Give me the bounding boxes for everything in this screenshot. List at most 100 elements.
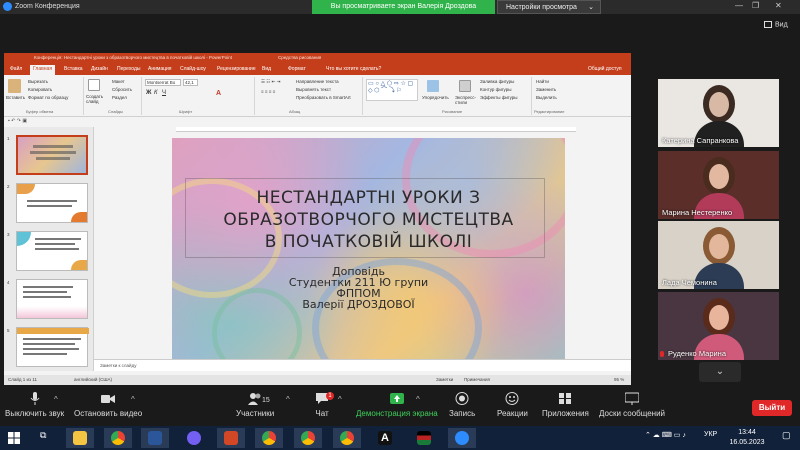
leave-meeting-button[interactable]: Выйти xyxy=(752,400,792,416)
record-button[interactable]: Запись xyxy=(449,392,475,418)
layout-button[interactable]: Макет xyxy=(112,79,125,84)
participant-tile[interactable]: Катерина Сапранкова xyxy=(658,79,779,147)
qat-icons[interactable]: ▪ ↶ ↷ ▣ xyxy=(8,118,27,124)
chrome-icon[interactable] xyxy=(255,428,283,448)
powerpoint-icon[interactable] xyxy=(217,428,245,448)
copy-button[interactable]: Копировать xyxy=(28,87,52,92)
reactions-button[interactable]: Реакции xyxy=(497,392,528,418)
app-a-icon[interactable]: A xyxy=(371,428,399,448)
tab-animations[interactable]: Анимация xyxy=(148,66,171,72)
apps-button[interactable]: Приложения xyxy=(542,392,589,418)
participants-button[interactable]: Участники xyxy=(236,392,274,418)
drawing-tools-label: Средства рисования xyxy=(278,55,322,60)
close-icon[interactable]: ✕ xyxy=(775,1,782,10)
slide-thumbnail[interactable] xyxy=(16,279,88,319)
shape-outline-button[interactable]: Контур фигуры xyxy=(480,87,511,92)
audio-options-caret[interactable]: ^ xyxy=(54,395,58,404)
tab-view[interactable]: Вид xyxy=(262,66,271,72)
tab-home[interactable]: Главная xyxy=(30,65,56,75)
participant-tile[interactable]: Руденко Марина xyxy=(658,292,779,360)
tab-format[interactable]: Формат xyxy=(288,66,306,72)
tab-transitions[interactable]: Переходы xyxy=(117,66,140,72)
chrome-icon[interactable] xyxy=(333,428,361,448)
task-view-icon[interactable]: ⧉ xyxy=(40,430,46,441)
share-options-caret[interactable]: ^ xyxy=(416,395,420,404)
view-mode-button[interactable]: Вид xyxy=(764,21,788,28)
thumb-number: 2 xyxy=(7,184,10,189)
replace-button[interactable]: Заменить xyxy=(536,87,556,92)
flag-app-icon[interactable] xyxy=(410,428,438,448)
tab-slideshow[interactable]: Слайд-шоу xyxy=(180,66,206,72)
system-tray-icons[interactable]: ⌃ ☁ ⌨ ▭ ♪ xyxy=(645,431,686,439)
windows-start-icon[interactable] xyxy=(8,432,20,444)
whiteboards-button[interactable]: Доски сообщений xyxy=(599,392,665,418)
notes-pane[interactable]: Заметки к слайду xyxy=(94,359,631,371)
smartart-button[interactable]: Преобразовать в SmartArt xyxy=(296,95,351,100)
video-options-caret[interactable]: ^ xyxy=(131,395,135,404)
chevron-down-icon[interactable]: ⌄ xyxy=(699,362,741,382)
viber-icon[interactable] xyxy=(180,428,208,448)
quick-styles-button[interactable]: Экспресс-стили xyxy=(455,95,477,105)
slide-canvas[interactable]: НЕСТАНДАРТНІ УРОКИ З ОБРАЗОТВОРЧОГО МИСТ… xyxy=(172,138,565,359)
minimize-icon[interactable]: — xyxy=(735,1,743,10)
font-size-select[interactable]: 42,1 xyxy=(183,79,198,86)
participant-face xyxy=(709,164,729,189)
font-color-button[interactable]: A xyxy=(216,90,221,97)
tab-design[interactable]: Дизайн xyxy=(91,66,108,72)
shape-fill-button[interactable]: Заливка фигуры xyxy=(480,79,514,84)
arrange-button[interactable]: Упорядочить xyxy=(422,95,449,100)
muted-mic-icon xyxy=(660,351,664,357)
underline-button[interactable]: Ч xyxy=(162,90,166,96)
word-icon[interactable] xyxy=(141,428,169,448)
slide-thumbnail[interactable] xyxy=(16,231,88,271)
participant-tile[interactable]: Лада Чемонина xyxy=(658,221,779,289)
tab-insert[interactable]: Вставка xyxy=(64,66,83,72)
ppt-status-bar: Слайд 1 из 11 английский (США) Заметки П… xyxy=(4,375,631,385)
file-explorer-icon[interactable] xyxy=(66,428,94,448)
tell-me-search[interactable]: Что вы хотите сделать? xyxy=(326,66,381,72)
reset-button[interactable]: Сбросить xyxy=(112,87,132,92)
align-text-button[interactable]: Выровнять текст xyxy=(296,87,331,92)
view-settings-button[interactable]: Настройки просмотра ⌄ xyxy=(497,0,601,14)
format-painter-button[interactable]: Формат по образцу xyxy=(28,95,68,100)
cut-button[interactable]: Вырезать xyxy=(28,79,48,84)
text-direction-button[interactable]: Направление текста xyxy=(296,79,339,84)
slide-thumbnail[interactable] xyxy=(16,183,88,223)
participant-tile[interactable]: Марина Нестеренко xyxy=(658,151,779,219)
tab-review[interactable]: Рецензирование xyxy=(217,66,256,72)
zoom-level[interactable]: 95 % xyxy=(614,377,624,382)
share-screen-button[interactable]: Демонстрация экрана xyxy=(356,392,438,418)
select-button[interactable]: Выделить xyxy=(536,95,557,100)
keyboard-language[interactable]: УКР xyxy=(704,431,717,438)
slide-thumbnail[interactable] xyxy=(16,327,89,367)
notes-toggle[interactable]: Заметки xyxy=(436,377,453,382)
participants-options-caret[interactable]: ^ xyxy=(286,395,290,404)
bold-button[interactable]: Ж xyxy=(146,90,151,96)
zoom-taskbar-icon[interactable] xyxy=(448,428,476,448)
chrome-icon[interactable] xyxy=(294,428,322,448)
slide-thumbnail[interactable] xyxy=(16,135,88,175)
bullets-icon[interactable]: ☰ ☷ ⇤ ⇥ xyxy=(261,79,280,85)
chat-options-caret[interactable]: ^ xyxy=(338,395,342,404)
shapes-gallery[interactable]: ▭ ○ △ ⬠ ⇨ ☆ ▢ ◇ ⬡ ⌒ ⤵ ⚐ xyxy=(366,79,418,101)
paste-button[interactable]: Вставить xyxy=(6,95,25,100)
find-button[interactable]: Найти xyxy=(536,79,549,84)
clock-date: 16.05.2023 xyxy=(729,439,765,446)
italic-button[interactable]: К xyxy=(154,90,158,96)
new-slide-button[interactable]: Создать слайд xyxy=(86,94,106,104)
slide-title[interactable]: НЕСТАНДАРТНІ УРОКИ З ОБРАЗОТВОРЧОГО МИСТ… xyxy=(192,187,545,253)
shape-effects-button[interactable]: Эффекты фигуры xyxy=(480,95,518,100)
comments-toggle[interactable]: Примечания xyxy=(464,377,490,382)
grid-icon xyxy=(764,21,772,28)
slide-title-line: ОБРАЗОТВОРЧОГО МИСТЕЦТВА xyxy=(223,210,514,230)
tab-file[interactable]: Файл xyxy=(10,66,22,72)
clock[interactable]: 13:44 16.05.2023 xyxy=(722,428,772,448)
section-button[interactable]: Раздел xyxy=(112,95,127,100)
notifications-icon[interactable]: ▢ xyxy=(782,430,791,441)
font-name-select[interactable]: Montserrat Bo xyxy=(145,79,181,86)
align-icons[interactable]: ≡ ≡ ≡ ≡ xyxy=(261,89,275,94)
chrome-icon[interactable] xyxy=(104,428,132,448)
restore-icon[interactable]: ❐ xyxy=(752,1,759,10)
slide-subtitle[interactable]: Доповідь Студентки 211 Ю групи ФППОМ Вал… xyxy=(232,266,485,310)
share-button[interactable]: Общий доступ xyxy=(588,66,622,72)
